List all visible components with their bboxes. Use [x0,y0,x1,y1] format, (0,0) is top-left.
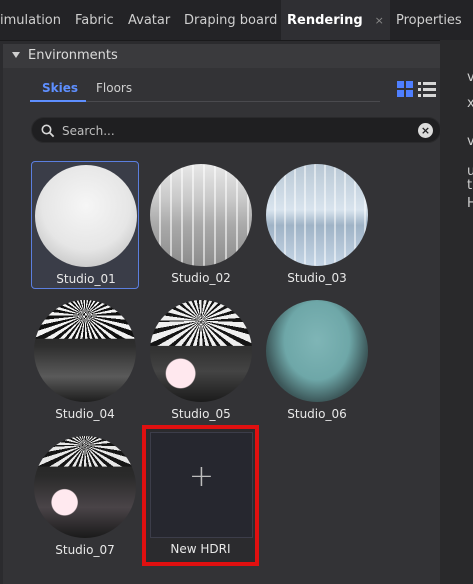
tab-properties[interactable]: Properties [396,0,462,40]
studio-02-thumbnail [150,164,252,266]
subtab-skies[interactable]: Skies [42,81,78,95]
grid-view-icon[interactable] [397,81,413,97]
tab-bar: imulation Fabric Avatar Draping board Re… [0,0,473,41]
studio-05-thumbnail [150,300,252,402]
studio-03-thumbnail [266,164,368,266]
studio-04-thumbnail [34,300,136,402]
right-panel-text: u [467,164,473,179]
studio-01-thumbnail [35,165,137,267]
right-side-panel: v x v u t H [440,40,473,584]
sky-tile-studio-01[interactable]: Studio_01 [31,161,139,289]
new-hdri-thumbnail[interactable]: + [150,432,253,538]
environments-section-header[interactable]: Environments [3,44,440,68]
list-view-icon[interactable] [418,81,436,97]
sky-tile-studio-03[interactable]: Studio_03 [263,161,371,289]
sky-label: Studio_05 [171,407,231,421]
tab-simulation[interactable]: imulation [0,0,61,40]
new-hdri-label: New HDRI [170,542,231,556]
sky-label: Studio_02 [171,271,231,285]
search-icon [41,124,55,138]
sky-tile-studio-04[interactable]: Studio_04 [31,297,139,425]
right-panel-text: x [467,96,473,111]
close-icon[interactable]: × [375,14,384,27]
sky-label: Studio_04 [55,407,115,421]
tab-rendering-label: Rendering [287,13,363,28]
search-input[interactable] [60,121,404,141]
collapse-arrow-icon[interactable] [12,52,20,58]
sky-label: Studio_03 [287,271,347,285]
right-panel-text: H [467,196,473,211]
subtab-floors[interactable]: Floors [96,81,132,95]
section-title: Environments [28,48,118,63]
studio-06-thumbnail [266,300,368,402]
right-panel-text: v [467,134,473,149]
tab-avatar[interactable]: Avatar [128,0,170,40]
subtab-divider [30,100,380,102]
sky-tile-studio-06[interactable]: Studio_06 [263,297,371,425]
new-hdri-button[interactable]: + New HDRI [142,425,259,566]
sky-tile-studio-02[interactable]: Studio_02 [147,161,255,289]
sky-tile-studio-07[interactable]: Studio_07 [31,433,139,561]
right-panel-text: t [467,178,473,193]
search-box: × [31,117,441,143]
environments-panel: Environments Skies Floors × Studio_01 St… [3,44,441,584]
studio-07-thumbnail [34,436,136,538]
tab-rendering[interactable]: Rendering × [281,0,390,40]
clear-search-icon[interactable]: × [418,123,433,138]
right-panel-text: v [467,70,473,85]
tab-draping-board[interactable]: Draping board [184,0,277,40]
sky-tile-studio-05[interactable]: Studio_05 [147,297,255,425]
sky-label: Studio_07 [55,543,115,557]
subtab-active-indicator [30,100,86,102]
sky-label: Studio_06 [287,407,347,421]
sky-label: Studio_01 [56,272,116,286]
tab-fabric[interactable]: Fabric [75,0,114,40]
plus-icon: + [188,459,215,494]
